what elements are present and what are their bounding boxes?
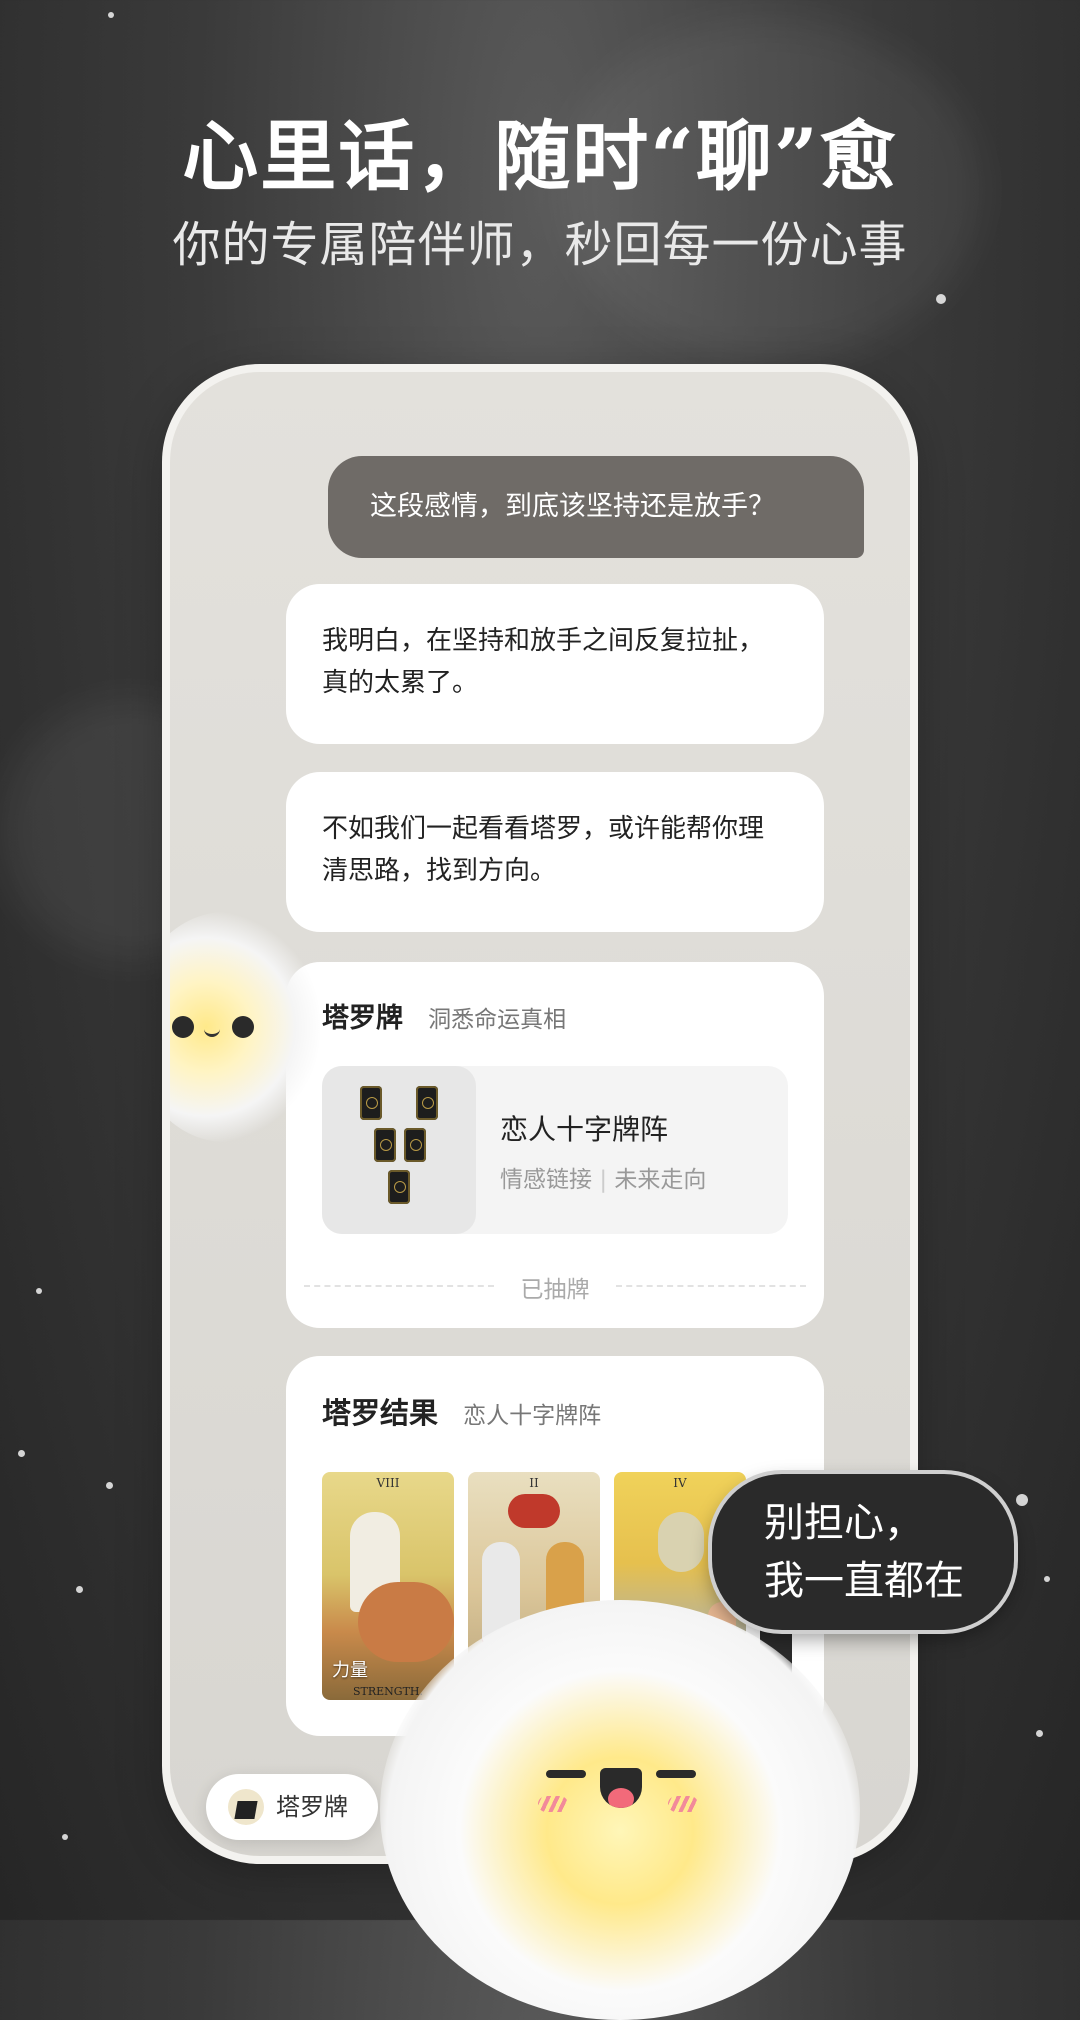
mascot-main — [380, 1600, 860, 2020]
mascot-eye — [232, 1016, 254, 1038]
tarot-card[interactable]: 塔罗牌 洞悉命运真相 恋人十字牌阵 情感链接 | 未来走向 已抽牌 — [286, 962, 824, 1328]
mini-tarot-card — [360, 1086, 382, 1120]
tarot-pill-button[interactable]: 塔罗牌 — [206, 1774, 378, 1840]
tarot-card-title: 塔罗牌 — [322, 1003, 403, 1034]
headline: 心里话，随时“聊”愈 — [182, 112, 898, 201]
tag-separator: | — [599, 1167, 608, 1193]
bot-message-bubble: 我明白，在坚持和放手之间反复拉扯，真的太累了。 — [286, 584, 824, 744]
mascot-eye-closed — [656, 1770, 696, 1778]
spread-tag: 未来走向 — [614, 1167, 707, 1193]
mascot-tongue — [608, 1788, 634, 1808]
star — [36, 1288, 42, 1294]
lion-shape — [358, 1582, 454, 1662]
tarot-card-subtitle: 洞悉命运真相 — [428, 1007, 567, 1033]
mascot-eye-closed — [546, 1770, 586, 1778]
tarot-pill-label: 塔罗牌 — [276, 1793, 348, 1821]
mascot-eye — [172, 1016, 194, 1038]
mascot-blush — [538, 1796, 568, 1812]
mascot-blush — [668, 1796, 698, 1812]
drawn-status: 已抽牌 — [304, 1270, 806, 1304]
speech-bubble: 别担心， 我一直都在 — [712, 1474, 1014, 1630]
card-numeral: VIII — [376, 1476, 400, 1490]
spread-thumbnail — [322, 1066, 476, 1234]
mini-tarot-card — [404, 1128, 426, 1162]
star — [1036, 1730, 1043, 1737]
bot-message-bubble: 不如我们一起看看塔罗，或许能帮你理清思路，找到方向。 — [286, 772, 824, 932]
card-numeral: II — [529, 1476, 539, 1490]
speech-line: 别担心， — [764, 1500, 924, 1546]
star — [1044, 1576, 1050, 1582]
mascot-mouth — [204, 1024, 220, 1037]
tarot-card-label: 力量 — [332, 1660, 368, 1681]
star — [108, 12, 114, 18]
mini-tarot-card — [416, 1086, 438, 1120]
star — [76, 1586, 83, 1593]
star — [62, 1834, 68, 1840]
star — [936, 294, 946, 304]
spread-tags: 情感链接 | 未来走向 — [500, 1160, 706, 1194]
mini-tarot-card — [388, 1170, 410, 1204]
subline: 你的专属陪伴师，秒回每一份心事 — [172, 217, 908, 273]
mini-tarot-card — [374, 1128, 396, 1162]
star — [1016, 1494, 1028, 1506]
tarot-result-subtitle: 恋人十字牌阵 — [463, 1403, 602, 1429]
user-message-bubble: 这段感情，到底该坚持还是放手？ — [328, 456, 864, 558]
tarot-result-title: 塔罗结果 — [322, 1396, 439, 1430]
speech-line: 我一直都在 — [764, 1558, 964, 1604]
mascot-mouth — [600, 1768, 642, 1808]
tarot-icon — [228, 1789, 264, 1825]
spread-name: 恋人十字牌阵 — [500, 1113, 669, 1146]
spread-tag: 情感链接 — [500, 1167, 592, 1193]
tarot-card-strength[interactable]: VIII STRENGTH. 力量 — [322, 1472, 454, 1700]
lion-head — [508, 1494, 560, 1528]
spread-option[interactable]: 恋人十字牌阵 情感链接 | 未来走向 — [322, 1066, 788, 1234]
star — [106, 1482, 113, 1489]
star — [18, 1450, 25, 1457]
card-numeral: IV — [673, 1476, 687, 1490]
card-figure — [658, 1512, 704, 1572]
